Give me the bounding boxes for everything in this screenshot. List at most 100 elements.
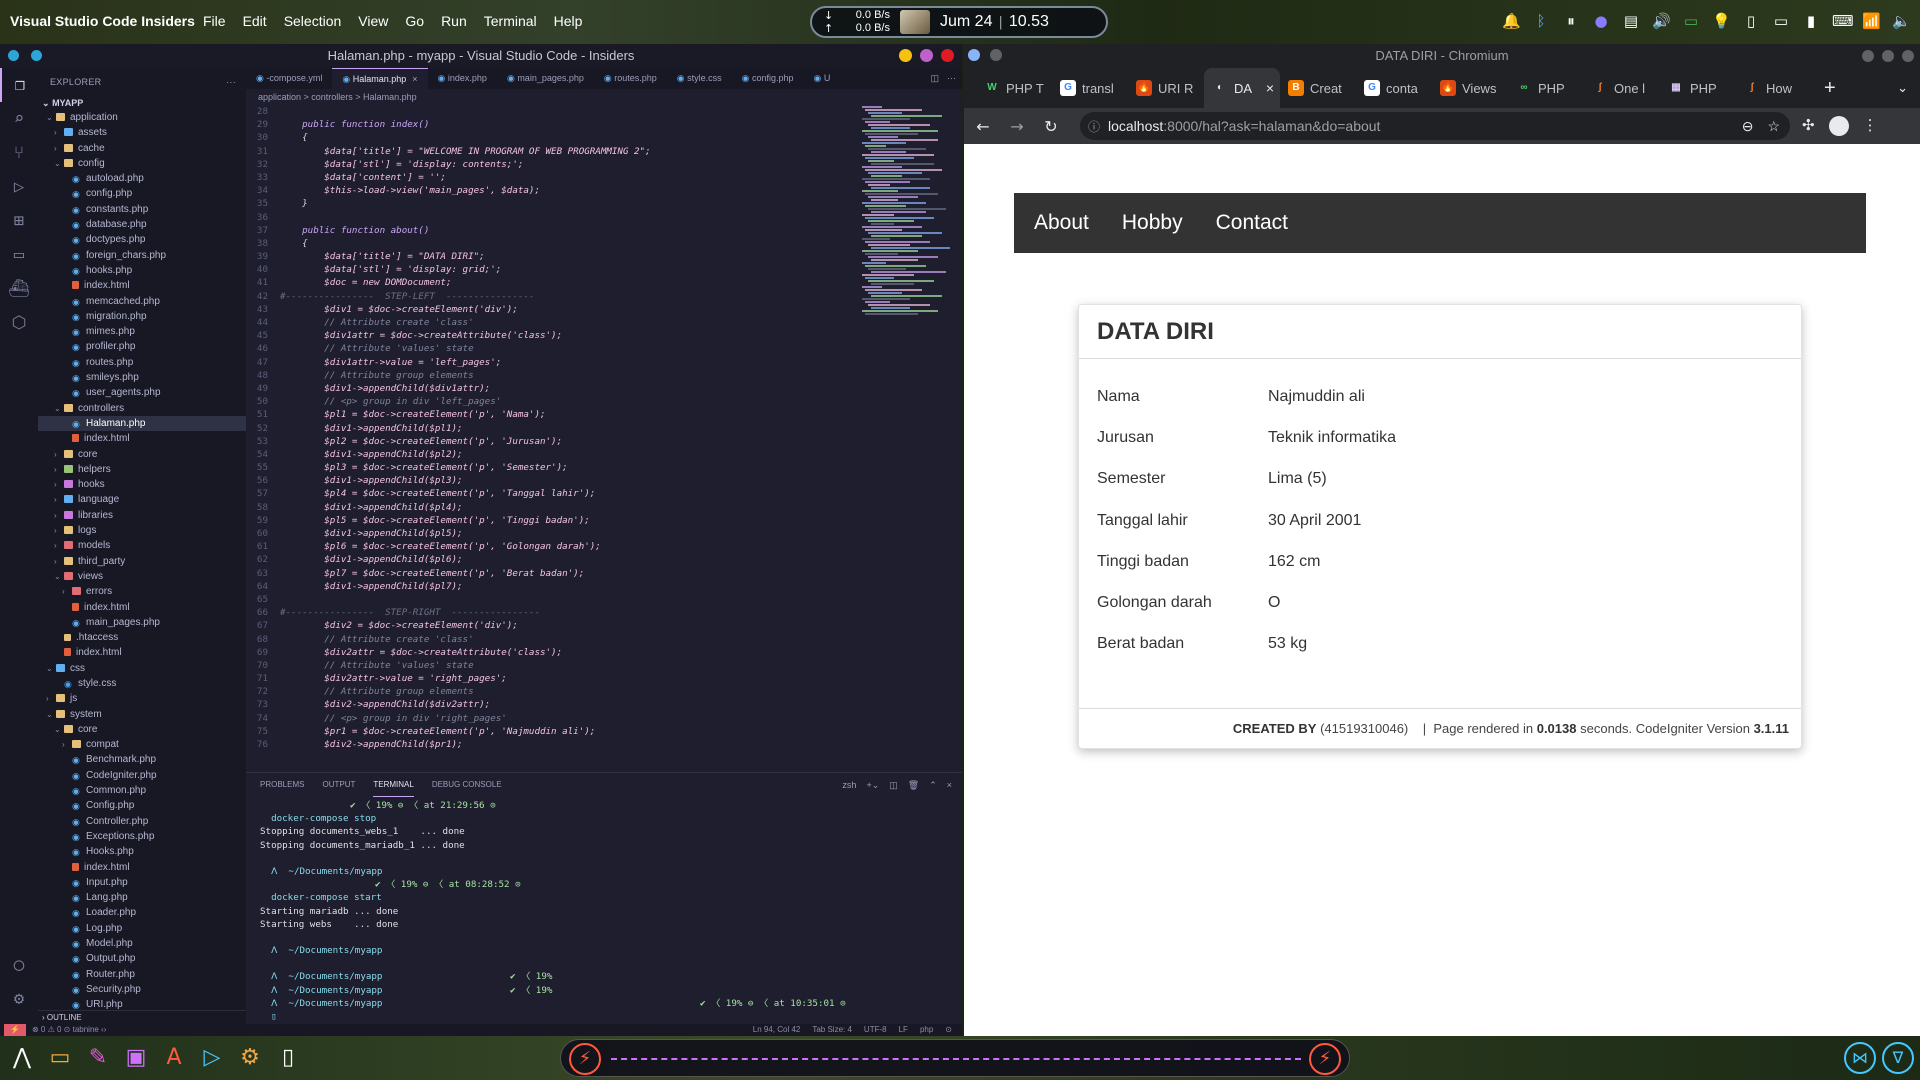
file-item[interactable]: index.html [38,645,246,660]
more-actions-icon[interactable]: ··· [947,68,956,89]
run-debug-icon[interactable]: ▷ [0,170,38,204]
file-item[interactable]: ◉ doctypes.php [38,232,246,247]
back-arrow-icon[interactable]: ← [968,117,998,136]
minimap[interactable] [862,105,952,345]
file-item[interactable]: ◉ Log.php [38,921,246,936]
keyboard-icon[interactable]: ⌨ [1832,12,1854,30]
folder-item[interactable]: › models [38,538,246,553]
close-button[interactable] [1902,50,1914,62]
browser-tab[interactable]: Gtransl [1052,68,1128,108]
file-item[interactable]: index.html [38,278,246,293]
file-item[interactable]: ◉ mimes.php [38,324,246,339]
file-item[interactable]: ◉ user_agents.php [38,385,246,400]
battery-icon[interactable]: ▭ [1682,12,1700,30]
browser-tab[interactable]: W PHP T [976,68,1052,108]
status-item[interactable]: Ln 94, Col 42 [753,1024,801,1036]
file-item[interactable]: ◉ routes.php [38,355,246,370]
close-tab-icon[interactable]: × [412,74,417,84]
folder-item[interactable]: ⌄ config [38,156,246,171]
menu-help[interactable]: Help [554,13,583,29]
editor-tab[interactable]: ◉ style.css [667,68,732,89]
file-item[interactable]: ◉ Security.php [38,982,246,997]
file-item[interactable]: ◉ Controller.php [38,814,246,829]
terminal-shell-label[interactable]: zsh [842,773,856,797]
file-item[interactable]: ◉ Input.php [38,875,246,890]
file-item[interactable]: ◉ Common.php [38,783,246,798]
status-item[interactable]: LF [899,1024,908,1036]
editor-tab[interactable]: ◉ U [804,68,841,89]
panel-tab[interactable]: PROBLEMS [260,773,304,797]
maximize-button[interactable] [920,49,933,62]
editor-tab[interactable]: ◉ Halaman.php × [332,68,428,89]
file-item[interactable]: index.html [38,431,246,446]
menu-go[interactable]: Go [405,13,424,29]
new-terminal-icon[interactable]: +⌄ [866,773,879,797]
file-item[interactable]: ◉ Output.php [38,951,246,966]
wifi-icon[interactable]: 📶 [1862,12,1881,30]
site-info-icon[interactable]: ⓘ [1080,118,1108,135]
folder-item[interactable]: ⌄ css [38,661,246,676]
folder-item[interactable]: ⌄ views [38,569,246,584]
tab-search-icon[interactable]: ⌄ [1897,80,1908,96]
menu-terminal[interactable]: Terminal [484,13,537,29]
browser-tab[interactable]: ∞ PHP [1508,68,1584,108]
nav-link-hobby[interactable]: Hobby [1112,211,1193,235]
status-left[interactable]: ⊗ 0 ⚠ 0 ⊙ tabnine ‹› [32,1024,106,1036]
monitor-icon[interactable]: ▭ [1772,12,1790,30]
menu-edit[interactable]: Edit [243,13,267,29]
folder-item[interactable]: › hooks [38,477,246,492]
forward-arrow-icon[interactable]: → [1002,117,1032,136]
folder-item[interactable]: › js [38,691,246,706]
trash-icon[interactable]: 🗑 [908,773,919,797]
user-icon[interactable]: ● [1592,12,1610,30]
explorer-icon[interactable]: ❐ [0,68,38,102]
code-editor[interactable]: 28 29 public function index() 30 {31 $data… [246,105,846,772]
address-bar[interactable]: ⓘ localhost:8000/hal?ask=halaman&do=abou… [1080,112,1790,140]
folder-item[interactable]: › assets [38,125,246,140]
file-item[interactable]: .htaccess [38,630,246,645]
outline-section[interactable]: › OUTLINE [38,1010,246,1024]
close-tab-icon[interactable]: × [1266,80,1274,96]
files-folder-icon[interactable]: ▭ [44,1042,76,1074]
browser-tab[interactable]: 🔥 URI R [1128,68,1204,108]
file-item[interactable]: ◉ Benchmark.php [38,752,246,767]
editor-tab[interactable]: ◉ index.php [428,68,497,89]
maximize-panel-icon[interactable]: ⌃ [929,773,937,797]
file-item[interactable]: ◉ Exceptions.php [38,829,246,844]
clipboard-icon[interactable]: ▤ [1622,12,1640,30]
file-item[interactable]: ◉ config.php [38,186,246,201]
file-item[interactable]: ◉ Halaman.php [38,415,246,432]
settings-app-icon[interactable]: ⚙ [234,1042,266,1074]
browser-tab[interactable]: Gconta [1356,68,1432,108]
terminal-app-icon[interactable]: ▷ [196,1042,228,1074]
folder-item[interactable]: ⌄ core [38,722,246,737]
menu-run[interactable]: Run [441,13,467,29]
document-app-icon[interactable]: ▯ [272,1042,304,1074]
file-item[interactable]: ◉ Hooks.php [38,844,246,859]
status-item[interactable]: ⊙ [945,1024,952,1036]
folder-item[interactable]: ⌄ controllers [38,401,246,416]
zoom-icon[interactable]: ⊖ [1742,118,1754,135]
folder-item[interactable]: › language [38,492,246,507]
browser-tab[interactable]: ▦ PHP [1660,68,1736,108]
panel-tab[interactable]: TERMINAL [373,773,414,797]
extensions-puzzle-icon[interactable]: ✣ [1802,116,1815,136]
file-item[interactable]: ◉ Loader.php [38,905,246,920]
speaker-icon[interactable]: 🔈 [1892,12,1911,30]
status-item[interactable]: UTF-8 [864,1024,887,1036]
close-panel-icon[interactable]: × [947,773,952,797]
search-icon[interactable]: ⌕ [0,102,38,136]
folder-item[interactable]: › cache [38,141,246,156]
minimize-button[interactable] [899,49,912,62]
file-item[interactable]: ◉ profiler.php [38,339,246,354]
nav-link-about[interactable]: About [1024,211,1099,235]
browser-tab[interactable]: B Creat [1280,68,1356,108]
bookmark-star-icon[interactable]: ☆ [1767,118,1780,135]
docker-icon[interactable]: ⛴ [0,272,38,306]
editor-tab[interactable]: ◉ main_pages.php [497,68,594,89]
menu-selection[interactable]: Selection [284,13,342,29]
file-item[interactable]: ◉ Model.php [38,936,246,951]
folder-item[interactable]: › errors [38,584,246,599]
file-item[interactable]: ◉ CodeIgniter.php [38,768,246,783]
folder-item[interactable]: ⌄ system [38,707,246,722]
